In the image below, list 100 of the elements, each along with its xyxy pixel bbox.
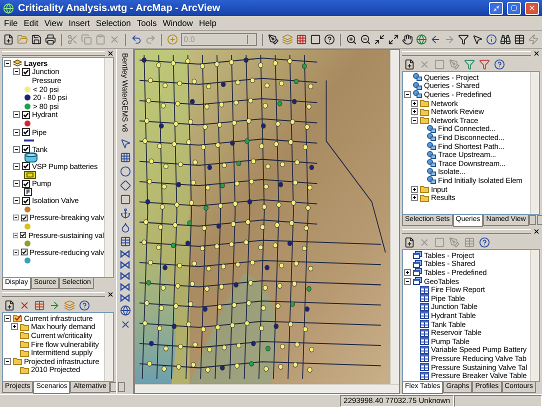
query-icon — [413, 90, 422, 98]
checkbox[interactable] — [22, 68, 30, 76]
new-icon[interactable] — [404, 236, 415, 248]
zoom-out-icon[interactable] — [360, 34, 372, 45]
filter-icon[interactable] — [464, 58, 475, 70]
valve-icon[interactable] — [120, 282, 130, 291]
valve-icon[interactable] — [120, 250, 130, 258]
expand-icon[interactable] — [411, 108, 418, 116]
scrollbar[interactable] — [104, 58, 113, 277]
grid-icon[interactable] — [120, 152, 130, 163]
droplet-icon[interactable] — [120, 222, 130, 233]
scrollbar[interactable] — [104, 313, 113, 381]
checkbox[interactable] — [22, 196, 30, 205]
find-icon[interactable] — [500, 34, 512, 45]
collapse-icon[interactable] — [411, 116, 418, 124]
collapse-icon[interactable] — [4, 314, 11, 322]
help-icon[interactable] — [79, 300, 90, 310]
expand-icon[interactable] — [411, 100, 418, 107]
checkbox[interactable] — [20, 231, 26, 240]
table-icon — [420, 354, 429, 362]
menu-item[interactable]: Tools — [136, 18, 157, 28]
fixed-zoom-in-icon[interactable] — [374, 34, 386, 45]
delete-icon[interactable] — [19, 300, 30, 310]
expand-icon[interactable] — [404, 268, 411, 276]
collapse-icon[interactable] — [13, 232, 18, 239]
checkbox[interactable] — [20, 248, 28, 256]
print-icon[interactable] — [45, 34, 56, 45]
new-icon[interactable] — [404, 58, 415, 70]
collapse-icon[interactable] — [4, 358, 11, 365]
close-icon[interactable] — [107, 290, 114, 298]
expand-icon[interactable] — [411, 186, 418, 193]
collapse-icon[interactable] — [404, 278, 411, 285]
collapse-icon[interactable] — [4, 60, 11, 67]
help-icon[interactable] — [479, 236, 490, 248]
select-pointer-icon[interactable] — [472, 34, 484, 45]
edit-pen-icon[interactable] — [268, 34, 280, 45]
query-icon — [427, 142, 436, 150]
collapse-icon[interactable] — [404, 90, 411, 98]
valve-icon[interactable] — [120, 294, 130, 302]
help-pointer-icon[interactable] — [324, 34, 336, 45]
restore-button[interactable] — [507, 2, 521, 14]
anchor-icon[interactable] — [120, 208, 130, 219]
scrollbar[interactable] — [530, 72, 539, 214]
diamond-icon[interactable] — [120, 180, 130, 191]
fixed-zoom-out-icon[interactable] — [388, 34, 400, 45]
grid-icon[interactable] — [296, 34, 308, 45]
pointer-icon[interactable] — [120, 138, 130, 149]
collapse-icon[interactable] — [13, 180, 20, 188]
close-icon[interactable] — [533, 228, 540, 234]
compute-icon[interactable] — [49, 300, 60, 310]
minimize-button[interactable] — [489, 2, 503, 14]
menu-item[interactable]: View — [44, 18, 63, 28]
close-icon[interactable] — [107, 50, 114, 56]
collapse-icon[interactable] — [13, 162, 20, 170]
valve-icon[interactable] — [120, 272, 130, 280]
query-icon — [427, 124, 436, 133]
square-icon[interactable] — [120, 194, 130, 205]
collapse-icon[interactable] — [13, 197, 20, 204]
new-file-icon[interactable] — [3, 34, 14, 45]
zoom-in-icon[interactable] — [346, 34, 358, 45]
menu-item[interactable]: Selection — [96, 18, 131, 28]
collapse-icon[interactable] — [13, 248, 19, 256]
pan-icon[interactable] — [402, 34, 414, 45]
new-icon[interactable] — [4, 300, 15, 310]
expand-icon[interactable] — [411, 194, 418, 202]
tank-icon — [24, 152, 38, 164]
help-icon[interactable] — [494, 58, 505, 70]
checkbox[interactable] — [20, 214, 28, 222]
menu-item[interactable]: Insert — [68, 18, 90, 28]
checkbox[interactable] — [22, 145, 30, 154]
collapse-icon[interactable] — [13, 68, 20, 76]
back-icon[interactable] — [430, 34, 442, 45]
menu-item[interactable]: Help — [198, 18, 216, 28]
scrollbar[interactable] — [135, 384, 399, 393]
close-icon[interactable] — [533, 50, 540, 56]
checkbox[interactable] — [22, 128, 30, 136]
undo-icon[interactable] — [130, 34, 142, 45]
close-button[interactable] — [525, 2, 539, 14]
expand-icon[interactable] — [11, 323, 18, 330]
menu-item[interactable]: Edit — [24, 18, 38, 28]
valve-icon[interactable] — [120, 260, 130, 269]
scrollbar[interactable] — [390, 50, 399, 384]
globe-icon[interactable] — [120, 304, 130, 316]
checkbox[interactable] — [22, 180, 30, 188]
collapse-icon[interactable] — [13, 214, 19, 222]
frame-icon[interactable] — [310, 34, 322, 45]
scrollbar[interactable] — [530, 250, 539, 381]
menu-item[interactable]: File — [4, 18, 18, 28]
table-icon[interactable] — [120, 236, 130, 247]
identify-icon[interactable] — [486, 34, 498, 45]
circle-icon[interactable] — [120, 166, 130, 177]
collapse-icon[interactable] — [13, 146, 20, 153]
save-icon[interactable] — [31, 34, 42, 45]
collapse-icon[interactable] — [13, 128, 20, 136]
filter-remove-icon[interactable] — [479, 58, 490, 70]
map-drawing[interactable] — [135, 50, 390, 384]
menu-item[interactable]: Window — [162, 18, 193, 28]
checkbox[interactable] — [22, 162, 30, 170]
checkbox[interactable] — [22, 110, 30, 119]
collapse-icon[interactable] — [13, 111, 20, 118]
